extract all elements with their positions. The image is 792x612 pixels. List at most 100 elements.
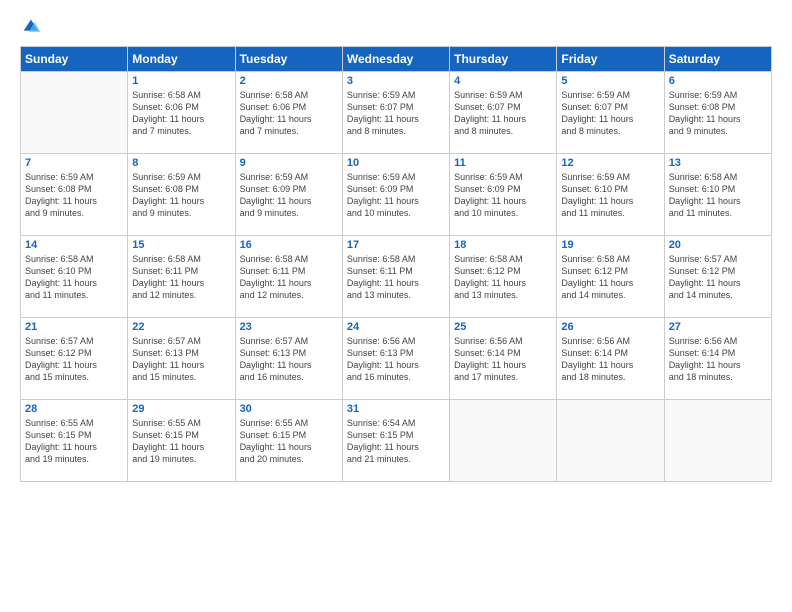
day-number: 17 xyxy=(347,239,445,251)
day-number: 30 xyxy=(240,403,338,415)
weekday-header: Saturday xyxy=(664,47,771,72)
calendar-day-cell: 13Sunrise: 6:58 AM Sunset: 6:10 PM Dayli… xyxy=(664,154,771,236)
day-number: 26 xyxy=(561,321,659,333)
day-info-text: Sunrise: 6:58 AM Sunset: 6:12 PM Dayligh… xyxy=(454,253,552,302)
day-info-text: Sunrise: 6:55 AM Sunset: 6:15 PM Dayligh… xyxy=(25,417,123,466)
day-number: 27 xyxy=(669,321,767,333)
day-info-text: Sunrise: 6:59 AM Sunset: 6:08 PM Dayligh… xyxy=(669,89,767,138)
day-info-text: Sunrise: 6:58 AM Sunset: 6:11 PM Dayligh… xyxy=(347,253,445,302)
calendar-day-cell: 29 Sunrise: 6:55 AM Sunset: 6:15 PM Dayli… xyxy=(128,400,235,482)
day-number: 1 xyxy=(132,75,230,87)
calendar-day-cell: 25Sunrise: 6:56 AM Sunset: 6:14 PM Dayli… xyxy=(450,318,557,400)
calendar-day-cell: 5 Sunrise: 6:59 AM Sunset: 6:07 PM Daylig… xyxy=(557,72,664,154)
day-number: 25 xyxy=(454,321,552,333)
day-number: 23 xyxy=(240,321,338,333)
calendar-day-cell: 7 Sunrise: 6:59 AM Sunset: 6:08 PM Daylig… xyxy=(21,154,128,236)
weekday-header: Friday xyxy=(557,47,664,72)
page-header xyxy=(20,16,772,38)
calendar-day-cell: 22Sunrise: 6:57 AM Sunset: 6:13 PM Dayli… xyxy=(128,318,235,400)
day-info-text: Sunrise: 6:58 AM Sunset: 6:10 PM Dayligh… xyxy=(25,253,123,302)
day-number: 22 xyxy=(132,321,230,333)
calendar-day-cell: 10 Sunrise: 6:59 AM Sunset: 6:09 PM Dayli… xyxy=(342,154,449,236)
calendar-day-cell: 30 Sunrise: 6:55 AM Sunset: 6:15 PM Dayli… xyxy=(235,400,342,482)
day-info-text: Sunrise: 6:55 AM Sunset: 6:15 PM Dayligh… xyxy=(240,417,338,466)
day-number: 8 xyxy=(132,157,230,169)
day-number: 20 xyxy=(669,239,767,251)
calendar-day-cell: 24Sunrise: 6:56 AM Sunset: 6:13 PM Dayli… xyxy=(342,318,449,400)
day-info-text: Sunrise: 6:57 AM Sunset: 6:13 PM Dayligh… xyxy=(240,335,338,384)
day-number: 15 xyxy=(132,239,230,251)
weekday-header: Monday xyxy=(128,47,235,72)
day-info-text: Sunrise: 6:59 AM Sunset: 6:10 PM Dayligh… xyxy=(561,171,659,220)
logo-icon xyxy=(20,16,42,38)
weekday-header: Tuesday xyxy=(235,47,342,72)
day-info-text: Sunrise: 6:59 AM Sunset: 6:08 PM Dayligh… xyxy=(25,171,123,220)
calendar-day-cell: 31Sunrise: 6:54 AM Sunset: 6:15 PM Dayli… xyxy=(342,400,449,482)
day-number: 12 xyxy=(561,157,659,169)
day-number: 4 xyxy=(454,75,552,87)
calendar-week-row: 28 Sunrise: 6:55 AM Sunset: 6:15 PM Dayli… xyxy=(21,400,772,482)
calendar-day-cell: 12 Sunrise: 6:59 AM Sunset: 6:10 PM Dayli… xyxy=(557,154,664,236)
calendar-day-cell: 18 Sunrise: 6:58 AM Sunset: 6:12 PM Dayli… xyxy=(450,236,557,318)
day-number: 18 xyxy=(454,239,552,251)
weekday-header: Thursday xyxy=(450,47,557,72)
day-number: 6 xyxy=(669,75,767,87)
calendar-day-cell: 23 Sunrise: 6:57 AM Sunset: 6:13 PM Dayli… xyxy=(235,318,342,400)
calendar-week-row: 14 Sunrise: 6:58 AM Sunset: 6:10 PM Dayli… xyxy=(21,236,772,318)
calendar-day-cell: 1 Sunrise: 6:58 AM Sunset: 6:06 PM Daylig… xyxy=(128,72,235,154)
calendar-day-cell: 2 Sunrise: 6:58 AM Sunset: 6:06 PM Daylig… xyxy=(235,72,342,154)
day-number: 13 xyxy=(669,157,767,169)
calendar-day-cell xyxy=(557,400,664,482)
day-info-text: Sunrise: 6:59 AM Sunset: 6:07 PM Dayligh… xyxy=(454,89,552,138)
day-info-text: Sunrise: 6:56 AM Sunset: 6:13 PM Dayligh… xyxy=(347,335,445,384)
calendar-day-cell: 19 Sunrise: 6:58 AM Sunset: 6:12 PM Dayli… xyxy=(557,236,664,318)
day-info-text: Sunrise: 6:59 AM Sunset: 6:08 PM Dayligh… xyxy=(132,171,230,220)
day-number: 7 xyxy=(25,157,123,169)
day-number: 14 xyxy=(25,239,123,251)
calendar-day-cell: 14 Sunrise: 6:58 AM Sunset: 6:10 PM Dayli… xyxy=(21,236,128,318)
day-info-text: Sunrise: 6:57 AM Sunset: 6:12 PM Dayligh… xyxy=(669,253,767,302)
day-number: 11 xyxy=(454,157,552,169)
day-number: 3 xyxy=(347,75,445,87)
calendar-header-row: SundayMondayTuesdayWednesdayThursdayFrid… xyxy=(21,47,772,72)
day-info-text: Sunrise: 6:58 AM Sunset: 6:06 PM Dayligh… xyxy=(132,89,230,138)
day-number: 16 xyxy=(240,239,338,251)
calendar-day-cell: 6 Sunrise: 6:59 AM Sunset: 6:08 PM Daylig… xyxy=(664,72,771,154)
day-number: 21 xyxy=(25,321,123,333)
day-number: 10 xyxy=(347,157,445,169)
calendar-day-cell: 3 Sunrise: 6:59 AM Sunset: 6:07 PM Daylig… xyxy=(342,72,449,154)
calendar-day-cell: 16 Sunrise: 6:58 AM Sunset: 6:11 PM Dayli… xyxy=(235,236,342,318)
day-info-text: Sunrise: 6:55 AM Sunset: 6:15 PM Dayligh… xyxy=(132,417,230,466)
calendar-day-cell: 11 Sunrise: 6:59 AM Sunset: 6:09 PM Dayli… xyxy=(450,154,557,236)
day-info-text: Sunrise: 6:59 AM Sunset: 6:09 PM Dayligh… xyxy=(240,171,338,220)
calendar-day-cell: 15 Sunrise: 6:58 AM Sunset: 6:11 PM Dayli… xyxy=(128,236,235,318)
day-number: 5 xyxy=(561,75,659,87)
day-info-text: Sunrise: 6:59 AM Sunset: 6:07 PM Dayligh… xyxy=(347,89,445,138)
day-number: 29 xyxy=(132,403,230,415)
day-info-text: Sunrise: 6:59 AM Sunset: 6:09 PM Dayligh… xyxy=(454,171,552,220)
calendar-day-cell: 20 Sunrise: 6:57 AM Sunset: 6:12 PM Dayli… xyxy=(664,236,771,318)
day-number: 19 xyxy=(561,239,659,251)
calendar-day-cell: 4 Sunrise: 6:59 AM Sunset: 6:07 PM Daylig… xyxy=(450,72,557,154)
day-info-text: Sunrise: 6:57 AM Sunset: 6:12 PM Dayligh… xyxy=(25,335,123,384)
calendar-day-cell xyxy=(450,400,557,482)
day-info-text: Sunrise: 6:59 AM Sunset: 6:07 PM Dayligh… xyxy=(561,89,659,138)
day-info-text: Sunrise: 6:58 AM Sunset: 6:12 PM Dayligh… xyxy=(561,253,659,302)
calendar-day-cell: 28 Sunrise: 6:55 AM Sunset: 6:15 PM Dayli… xyxy=(21,400,128,482)
day-info-text: Sunrise: 6:56 AM Sunset: 6:14 PM Dayligh… xyxy=(669,335,767,384)
calendar-day-cell: 8 Sunrise: 6:59 AM Sunset: 6:08 PM Daylig… xyxy=(128,154,235,236)
day-number: 28 xyxy=(25,403,123,415)
day-info-text: Sunrise: 6:56 AM Sunset: 6:14 PM Dayligh… xyxy=(561,335,659,384)
day-info-text: Sunrise: 6:58 AM Sunset: 6:11 PM Dayligh… xyxy=(240,253,338,302)
calendar-day-cell: 17 Sunrise: 6:58 AM Sunset: 6:11 PM Dayli… xyxy=(342,236,449,318)
weekday-header: Sunday xyxy=(21,47,128,72)
day-info-text: Sunrise: 6:58 AM Sunset: 6:06 PM Dayligh… xyxy=(240,89,338,138)
day-number: 9 xyxy=(240,157,338,169)
calendar-day-cell xyxy=(21,72,128,154)
day-info-text: Sunrise: 6:58 AM Sunset: 6:11 PM Dayligh… xyxy=(132,253,230,302)
calendar-day-cell: 27 Sunrise: 6:56 AM Sunset: 6:14 PM Dayli… xyxy=(664,318,771,400)
calendar-day-cell xyxy=(664,400,771,482)
calendar-week-row: 21 Sunrise: 6:57 AM Sunset: 6:12 PM Dayli… xyxy=(21,318,772,400)
day-info-text: Sunrise: 6:59 AM Sunset: 6:09 PM Dayligh… xyxy=(347,171,445,220)
day-number: 2 xyxy=(240,75,338,87)
